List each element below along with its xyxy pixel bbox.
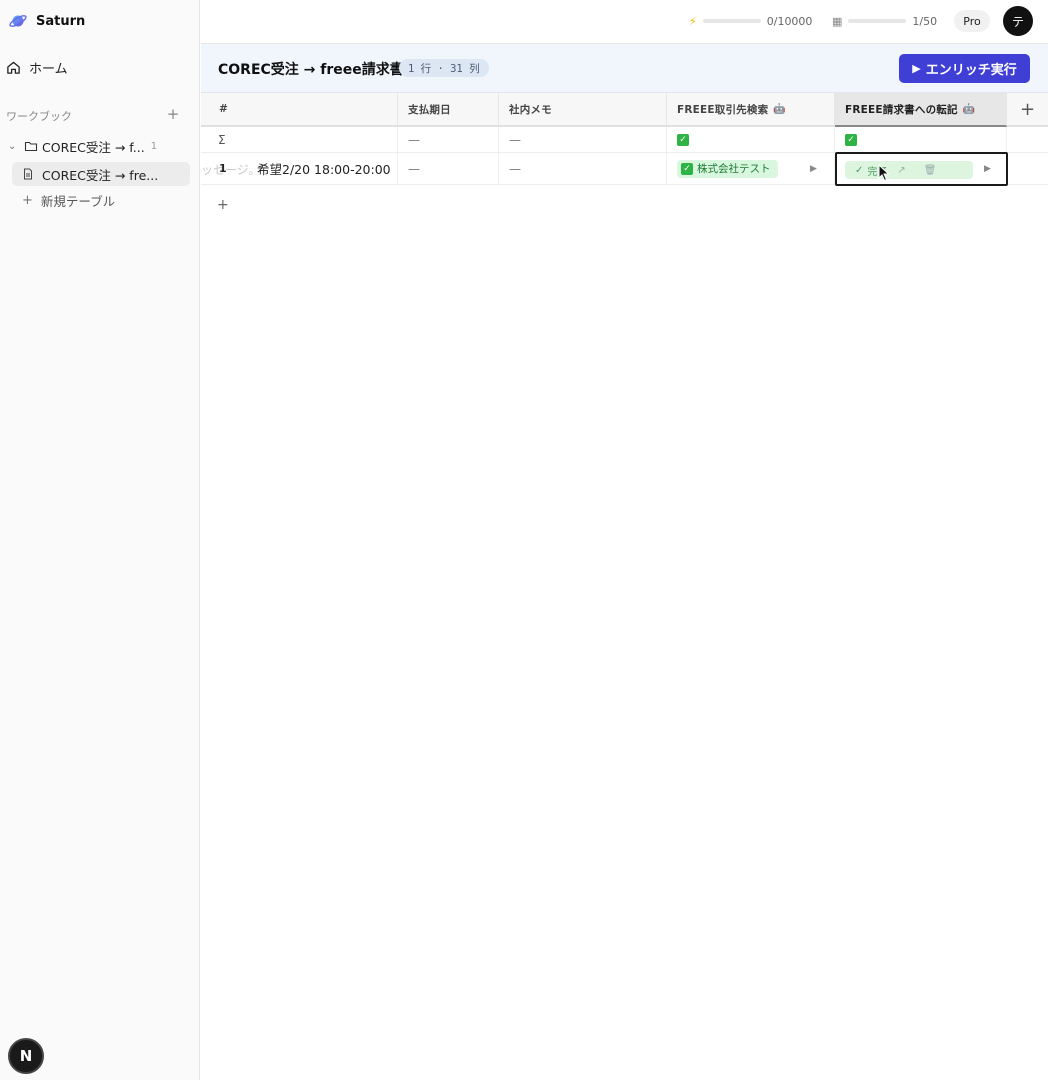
run-cell-icon[interactable]: ▶ [984,164,991,174]
sidebar-item-table[interactable]: COREC受注 → fre... [12,162,190,186]
column-header-due-date[interactable]: 支払期日 [398,93,499,127]
new-table-button[interactable]: + 新規テーブル [22,190,115,210]
check-icon: ✓ [845,133,857,146]
mouse-cursor-icon [878,164,890,182]
summary-cell: — [499,127,667,152]
sidebar: Saturn ホーム ワークブック + ⌄ COREC受注 → f... 1 C… [0,0,200,1080]
ai-column-icon: 🤖 [962,103,976,115]
credits-meter: ⚡ 0/10000 [689,13,812,29]
check-icon: ✓ [681,162,693,175]
tables-progress-bar [848,19,907,23]
folder-count: 1 [150,140,158,152]
avatar[interactable]: テ [1003,6,1033,36]
row-delivery-text: 希望2/20 18:00-20:00 [257,162,391,177]
column-header-label: # [219,103,228,115]
column-header-partner-search[interactable]: FREEE取引先検索 🤖 [667,93,835,127]
expand-icon[interactable]: ↗ [897,165,905,176]
app-logo[interactable]: Saturn [8,10,85,32]
column-header-index[interactable]: # [201,93,398,127]
play-icon: ▶ [912,62,921,75]
column-header-label: FREEE請求書への転記 [845,103,958,116]
column-header-label: 支払期日 [408,103,451,116]
column-header-label: 社内メモ [509,103,552,116]
summary-cell: ✓ [835,127,1007,152]
sidebar-item-table-label: COREC受注 → fre... [42,167,159,183]
result-chip[interactable]: ✓ 株式会社テスト [677,159,778,178]
due-date-cell[interactable]: — [398,153,499,184]
table-size-badge: 1 行 · 31 列 [399,59,489,77]
run-enrich-label: エンリッチ実行 [925,63,1017,78]
new-table-label: 新規テーブル [40,193,116,209]
dev-tools-badge[interactable]: N [8,1038,44,1074]
saturn-logo-icon [9,15,27,27]
table-row[interactable]: ッセージ。 1 希望2/20 18:00-20:00 — — ✓ 株式会社テスト… [201,152,1048,186]
plus-icon: + [22,192,33,208]
lightning-icon: ⚡ [689,14,697,28]
sigma-label: Σ [218,132,226,147]
nav-home[interactable]: ホーム [6,56,192,78]
workbook-folder[interactable]: ⌄ COREC受注 → f... 1 [8,136,194,156]
row-index: 1 [219,162,227,175]
page-title: COREC受注 → freee請求書 [218,62,404,78]
top-bar: ⚡ 0/10000 ▦ 1/50 Pro テ [201,0,1048,44]
summary-symbol: Σ [201,127,398,152]
summary-row: Σ — — ✓ ✓ [201,127,1048,153]
summary-cell: — [398,127,499,152]
status-badge[interactable]: ✓ 完了 ↗ 🗑 [845,161,973,179]
run-cell-icon[interactable]: ▶ [810,164,817,174]
run-enrich-button[interactable]: ▶ エンリッチ実行 [899,54,1030,83]
workbook-section-label: ワークブック [6,110,72,123]
add-row-button[interactable]: + [217,197,229,213]
folder-label: COREC受注 → f... [42,139,145,155]
column-header-invoice-transfer[interactable]: FREEE請求書への転記 🤖 [835,93,1007,127]
invoice-transfer-cell[interactable]: ✓ 完了 ↗ 🗑 ▶ [835,152,1008,186]
table-count-icon: ▦ [832,14,843,28]
credits-label: 0/10000 [766,14,813,28]
partner-chip-label: 株式会社テスト [697,163,771,175]
ai-column-icon: 🤖 [773,103,786,115]
chevron-down-icon[interactable]: ⌄ [8,141,22,152]
credits-progress-bar [702,19,761,23]
summary-cell: ✓ [667,127,835,152]
tables-meter: ▦ 1/50 [832,13,937,29]
data-grid: # 支払期日 社内メモ FREEE取引先検索 🤖 FREEE請求書への転記 🤖 … [201,93,1048,1080]
table-header-band: COREC受注 → freee請求書 1 行 · 31 列 ▶ エンリッチ実行 [201,44,1048,93]
nav-home-label: ホーム [29,61,68,77]
home-icon [7,61,20,74]
scrolled-text-fragment: ッセージ。 [201,162,261,177]
trash-icon[interactable]: 🗑 [924,165,937,176]
app-name: Saturn [36,13,86,29]
folder-icon [24,141,38,152]
partner-search-cell[interactable]: ✓ 株式会社テスト ▶ [667,153,835,184]
add-workbook-button[interactable]: + [166,107,180,122]
add-column-button[interactable]: + [1007,93,1048,127]
check-icon: ✓ [855,164,864,176]
column-header-label: FREEE取引先検索 [677,103,769,116]
plan-badge[interactable]: Pro [954,10,990,32]
row-first-cell[interactable]: ッセージ。 1 希望2/20 18:00-20:00 [201,153,398,184]
column-header-memo[interactable]: 社内メモ [499,93,667,127]
file-icon [24,168,32,180]
memo-cell[interactable]: — [499,153,667,184]
check-icon: ✓ [677,133,689,146]
tables-label: 1/50 [912,14,938,28]
